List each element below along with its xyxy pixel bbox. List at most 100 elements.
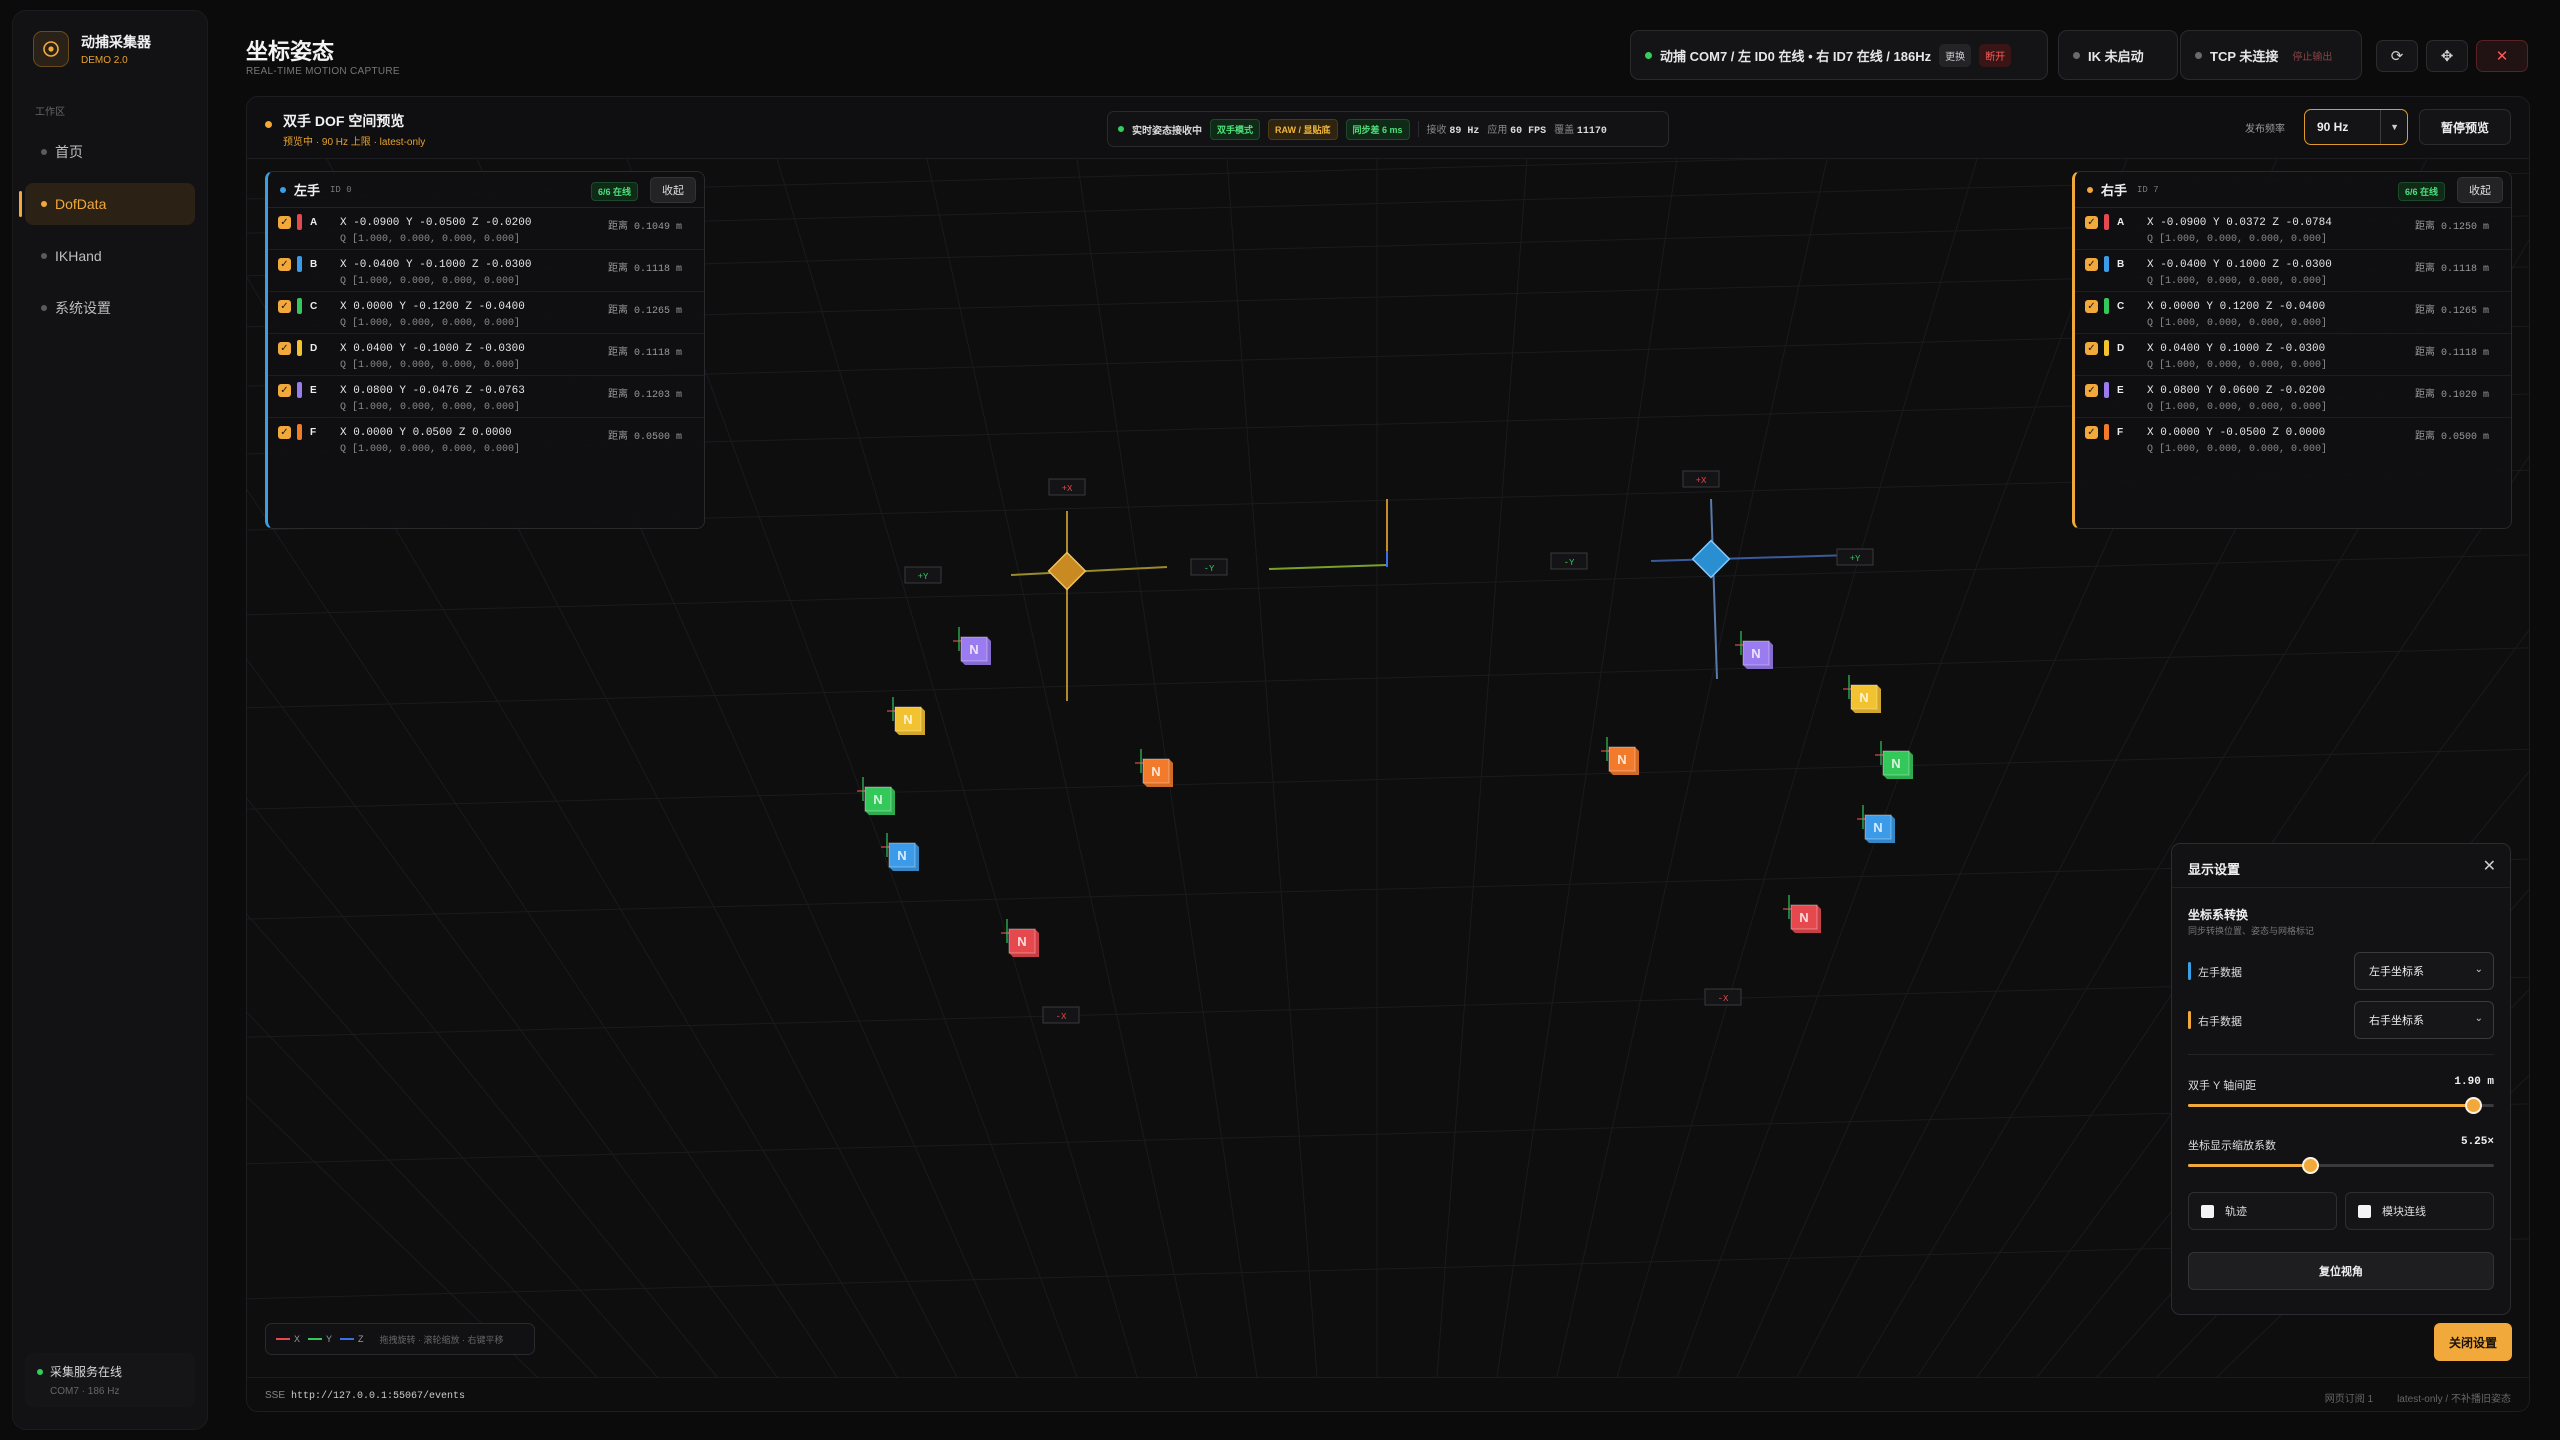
hub-axis	[1710, 498, 1718, 680]
slider-track[interactable]	[2188, 1157, 2494, 1174]
spacing-value: 1.90 m	[2454, 1076, 2494, 1088]
cube-letter: N	[1891, 756, 1900, 771]
module-row: ✓ B X -0.0400 Y 0.1000 Z -0.0300 Q [1.000, …	[2075, 250, 2511, 292]
stop-output-button[interactable]: 停止输出	[2286, 44, 2338, 67]
sidebar-item-settings[interactable]: 系统设置	[25, 287, 195, 329]
ik-status: IK 未启动	[2058, 30, 2178, 80]
axis-mark-label: -Y	[1564, 558, 1575, 568]
status-footer: SSE http://127.0.0.1:55067/events 网页订阅 1 l…	[247, 1377, 2529, 1411]
module-checkbox[interactable]: ✓	[278, 384, 291, 397]
module-checkbox[interactable]: ✓	[2085, 300, 2098, 313]
cube-letter: N	[969, 642, 978, 657]
module-distance: 距离 0.1049 m	[607, 222, 682, 233]
close-settings-button[interactable]: 关闭设置	[2434, 1323, 2512, 1361]
3d-viewport[interactable]: +X +Y -Y -X +X -Y +Y -X N N N N N N N N N N N N 左手 ID 0 6/…	[247, 159, 2529, 1377]
module-checkbox[interactable]: ✓	[278, 342, 291, 355]
recv-value: 89 Hz	[1449, 126, 1480, 137]
fullscreen-button[interactable]: ✥	[2426, 40, 2468, 72]
module-cube: N	[887, 697, 925, 735]
slider-handle[interactable]	[2464, 1097, 2482, 1114]
cube-letter: N	[873, 792, 882, 807]
spacing-slider[interactable]: 双手 Y 轴间距 1.90 m	[2188, 1076, 2494, 1114]
cube-letter: N	[1873, 820, 1882, 835]
module-cube: N	[1735, 631, 1773, 669]
target-logo-icon	[33, 31, 69, 67]
module-quaternion: Q [1.000, 0.000, 0.000, 0.000]	[340, 402, 521, 413]
chevron-down-icon: ⌄	[2474, 964, 2483, 975]
module-cube: N	[953, 627, 991, 665]
link-checkbox[interactable]: 模块连线	[2345, 1192, 2494, 1230]
right-coord-select[interactable]: 右手坐标系 ⌄	[2354, 1001, 2494, 1039]
dot-icon	[41, 149, 47, 155]
sidebar-item-label: IKHand	[55, 248, 102, 264]
stream-status: 实时姿态接收中 双手模式 RAW / 显贴底 同步差 6 ms 接收 89 Hz…	[1107, 111, 1669, 147]
cube-letter: N	[1859, 690, 1868, 705]
module-row: ✓ C X 0.0000 Y 0.1200 Z -0.0400 Q [1.000, 0…	[2075, 292, 2511, 334]
close-icon[interactable]: ✕	[2483, 856, 2496, 876]
status-dot-icon	[2073, 51, 2080, 59]
module-color-swatch	[297, 424, 302, 440]
module-checkbox[interactable]: ✓	[278, 300, 291, 313]
module-distance: 距离 0.1118 m	[607, 264, 682, 275]
module-checkbox[interactable]: ✓	[278, 426, 291, 439]
sidebar-item-label: DofData	[55, 196, 107, 212]
module-checkbox[interactable]: ✓	[2085, 258, 2098, 271]
settings-title: 显示设置	[2188, 862, 2241, 877]
grid-line	[247, 647, 2529, 709]
module-position: X 0.0800 Y -0.0476 Z -0.0763	[340, 385, 525, 397]
scale-slider[interactable]: 坐标显示缩放系数 5.25×	[2188, 1136, 2494, 1174]
preview-title: 双手 DOF 空间预览	[283, 113, 405, 129]
legend-hint: 拖拽旋转 · 滚轮缩放 · 右键平移	[379, 1334, 504, 1345]
dot-icon	[41, 305, 47, 311]
module-row: ✓ C X 0.0000 Y -0.1200 Z -0.0400 Q [1.000, …	[268, 292, 704, 334]
left-coord-row: 左手数据 左手坐标系 ⌄	[2188, 952, 2494, 990]
cube-letter: N	[903, 712, 912, 727]
module-quaternion: Q [1.000, 0.000, 0.000, 0.000]	[340, 276, 521, 287]
collapse-button[interactable]: 收起	[2457, 177, 2503, 203]
axis-mark-label: +Y	[1850, 554, 1861, 564]
center-axis	[1268, 564, 1388, 570]
apply-value: 60 FPS	[1510, 126, 1547, 137]
grid-line	[776, 159, 1138, 1377]
swap-button[interactable]: 更换	[1939, 43, 1972, 67]
slider-handle[interactable]	[2302, 1157, 2320, 1174]
mocap-status-text: 动捕 COM7 / 左 ID0 在线 • 右 ID7 在线 / 186Hz	[1660, 48, 1932, 64]
slider-track[interactable]	[2188, 1097, 2494, 1114]
trail-checkbox[interactable]: 轨迹	[2188, 1192, 2337, 1230]
checkbox-box[interactable]	[2201, 1205, 2214, 1218]
sidebar-item-ikhand[interactable]: IKHand	[25, 235, 195, 277]
close-icon: ✕	[2495, 48, 2509, 65]
module-row: ✓ E X 0.0800 Y 0.0600 Z -0.0200 Q [1.000, 0…	[2075, 376, 2511, 418]
axis-mark: -X	[1704, 988, 1742, 1006]
module-checkbox[interactable]: ✓	[278, 258, 291, 271]
sidebar-item-home[interactable]: 首页	[25, 131, 195, 173]
refresh-button[interactable]: ⟳	[2376, 40, 2418, 72]
dot-icon	[41, 201, 47, 207]
module-checkbox[interactable]: ✓	[2085, 342, 2098, 355]
collapse-button[interactable]: 收起	[650, 177, 696, 203]
module-label: E	[310, 385, 317, 396]
module-cube: N	[1843, 675, 1881, 713]
module-position: X 0.0800 Y 0.0600 Z -0.0200	[2147, 385, 2326, 397]
module-row: ✓ F X 0.0000 Y 0.0500 Z 0.0000 Q [1.000, 0.…	[268, 418, 704, 460]
module-checkbox[interactable]: ✓	[2085, 426, 2098, 439]
disconnect-button[interactable]: 断开	[1979, 43, 2012, 67]
module-quaternion: Q [1.000, 0.000, 0.000, 0.000]	[2147, 444, 2328, 455]
close-window-button[interactable]: ✕	[2476, 40, 2528, 72]
axis-mark: -Y	[1550, 552, 1588, 570]
publish-rate-select[interactable]: 90 Hz ▼	[2304, 109, 2408, 145]
grid-line	[247, 554, 2529, 616]
module-checkbox[interactable]: ✓	[2085, 384, 2098, 397]
pause-preview-button[interactable]: 暂停预览	[2419, 109, 2511, 145]
checkbox-box[interactable]	[2358, 1205, 2371, 1218]
sidebar-item-label: 系统设置	[55, 300, 111, 316]
module-row: ✓ A X -0.0900 Y -0.0500 Z -0.0200 Q [1.000,…	[268, 208, 704, 250]
reset-view-button[interactable]: 复位视角	[2188, 1252, 2494, 1290]
module-cubes: N N N N N N N N N N N N	[857, 627, 1913, 957]
module-checkbox[interactable]: ✓	[278, 216, 291, 229]
hub-axis	[1010, 566, 1168, 576]
divider	[2188, 1054, 2494, 1055]
left-coord-select[interactable]: 左手坐标系 ⌄	[2354, 952, 2494, 990]
sidebar-item-dofdata[interactable]: DofData	[19, 183, 195, 225]
module-checkbox[interactable]: ✓	[2085, 216, 2098, 229]
